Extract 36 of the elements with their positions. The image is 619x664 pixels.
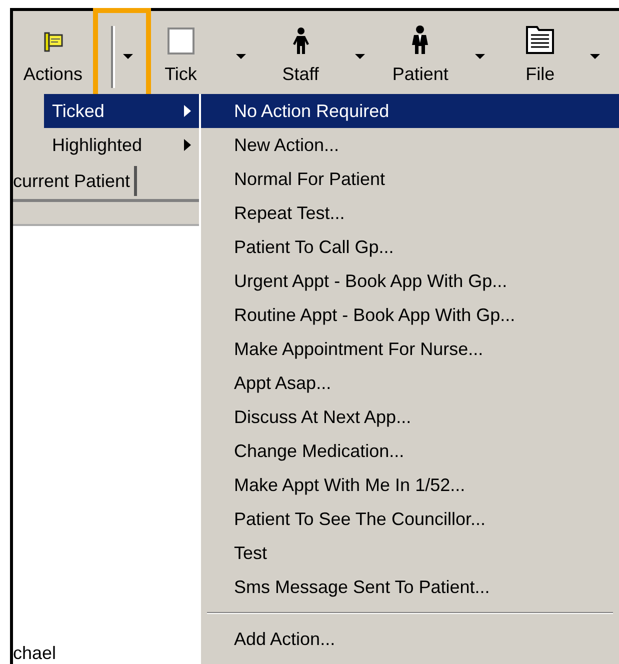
caret-icon (122, 54, 133, 60)
menu-item[interactable]: Make Appointment For Nurse... (201, 332, 619, 366)
menu-item[interactable]: Sms Message Sent To Patient... (201, 570, 619, 604)
caret-icon (236, 54, 246, 60)
menu-item[interactable]: Discuss At Next App... (201, 400, 619, 434)
submenu-arrow-icon (184, 139, 191, 151)
menu-item[interactable]: Highlighted (44, 128, 199, 162)
toolbar-button[interactable]: File (510, 11, 570, 94)
menu-item[interactable]: Routine Appt - Book App With Gp... (201, 298, 619, 332)
menu-item[interactable]: Appt Asap... (201, 366, 619, 400)
submenu-arrow-icon (184, 105, 191, 117)
toolbar-button[interactable]: Actions (13, 11, 93, 94)
caret-icon (475, 54, 486, 60)
menu-item[interactable]: Test (201, 536, 619, 570)
caret-icon (355, 54, 366, 60)
caret-icon (590, 54, 600, 60)
menu-item[interactable]: Normal For Patient (201, 162, 619, 196)
toolbar-button[interactable]: Staff (270, 11, 330, 94)
person-icon (410, 25, 430, 55)
list-text: chael (13, 644, 58, 664)
menu-item[interactable]: Repeat Test... (201, 196, 619, 230)
menu-item[interactable]: New Action... (201, 128, 619, 162)
menu-item[interactable]: No Action Required (201, 94, 619, 128)
tab[interactable]: current Patient (13, 166, 138, 196)
person-icon (290, 27, 311, 55)
menu-item[interactable]: Ticked (44, 94, 199, 128)
menu-item[interactable]: Urgent Appt - Book App With Gp... (201, 264, 619, 298)
menu-item[interactable]: Change Medication... (201, 434, 619, 468)
document-icon (525, 25, 556, 55)
menu-item[interactable]: Add Action... (201, 622, 619, 656)
menu-item[interactable]: Patient To Call Gp... (201, 230, 619, 264)
menu-item[interactable]: Patient To See The Councillor... (201, 502, 619, 536)
toolbar-button[interactable]: Tick (150, 11, 211, 94)
checkbox-icon (166, 27, 195, 55)
toolbar-button[interactable]: Patient (390, 11, 450, 94)
menu-item[interactable]: Make Appt With Me In 1/52... (201, 468, 619, 502)
